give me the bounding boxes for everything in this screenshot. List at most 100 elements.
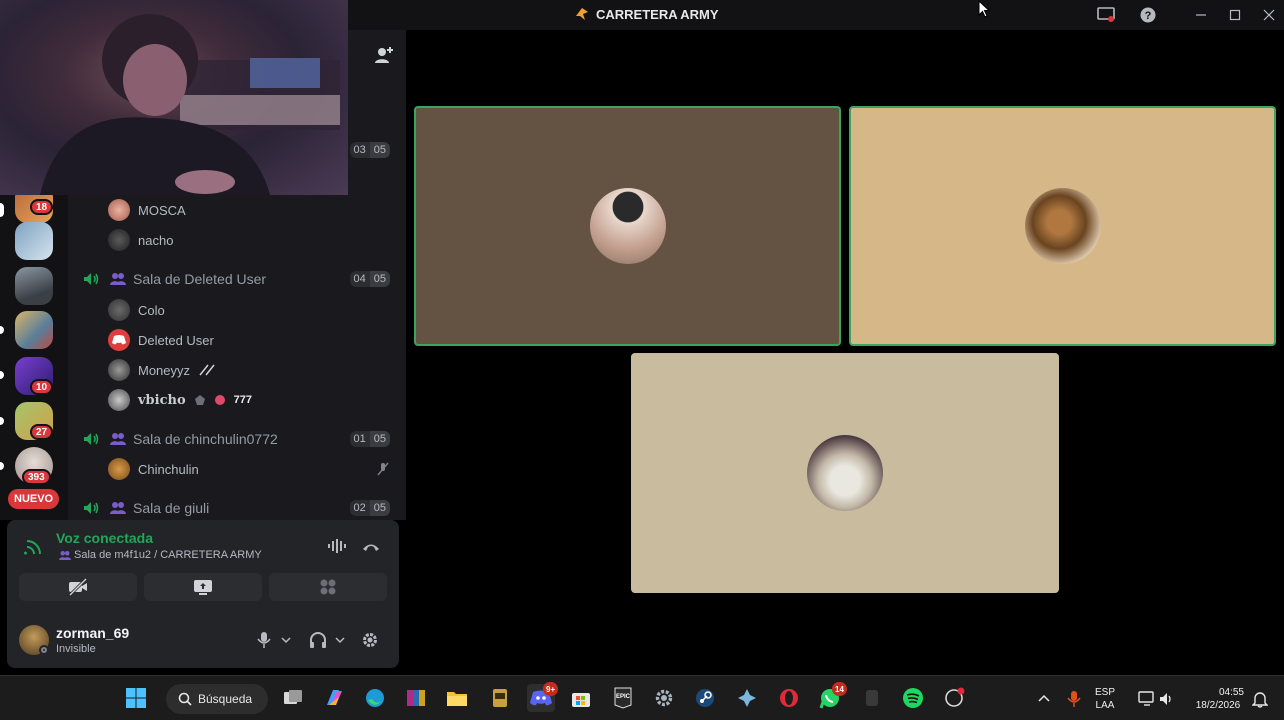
windows-taskbar: Búsqueda 9+ EPIC 14 ESP LAA 04:55 18/2/2… <box>0 675 1284 720</box>
user-count: 04 05 <box>349 271 390 287</box>
video-tile[interactable] <box>631 353 1059 593</box>
speaker-icon <box>84 273 99 285</box>
app-icon[interactable] <box>733 684 761 712</box>
taskbar-search[interactable]: Búsqueda <box>166 684 268 714</box>
chevron-down-icon[interactable] <box>335 636 345 644</box>
chevron-up-icon[interactable] <box>1038 694 1050 702</box>
participant-avatar <box>1024 188 1101 264</box>
server-icon[interactable] <box>15 222 53 260</box>
voice-user[interactable]: Colo <box>108 298 165 322</box>
app-icon[interactable] <box>858 684 886 712</box>
volume-icon[interactable] <box>1159 691 1175 707</box>
avatar <box>108 389 130 411</box>
username: MOSCA <box>138 202 186 218</box>
microsoft-store-icon[interactable] <box>567 684 595 712</box>
voice-channel[interactable]: Sala de giuli 02 05 <box>68 495 406 521</box>
connection-icon[interactable] <box>24 536 44 556</box>
camera-off-icon <box>68 578 88 596</box>
server-icon[interactable] <box>15 311 53 349</box>
account-username[interactable]: zorman_69 <box>56 625 129 641</box>
disconnect-icon[interactable] <box>361 538 381 554</box>
task-view-icon[interactable] <box>279 684 307 712</box>
voice-channel[interactable]: Sala de Deleted User 04 05 <box>68 266 406 292</box>
unread-badge: 393 <box>22 469 51 485</box>
voice-user[interactable]: Chinchulin <box>108 457 390 481</box>
server-icon[interactable] <box>15 267 53 305</box>
unread-badge: 27 <box>30 424 54 440</box>
voice-panel: Voz conectada Sala de m4f1u2 / CARRETERA… <box>7 520 399 668</box>
discord-badge: 9+ <box>543 682 559 696</box>
unread-indicator <box>0 326 4 334</box>
settings-icon[interactable] <box>650 684 678 712</box>
voice-status[interactable]: Voz conectada <box>56 530 153 546</box>
guild-tag-icon <box>214 395 225 405</box>
headphones-icon[interactable] <box>309 631 327 649</box>
notification-bell-icon[interactable] <box>1252 690 1268 708</box>
video-tile[interactable] <box>849 106 1276 346</box>
group-icon <box>110 433 126 445</box>
window-title-text: CARRETERA ARMY <box>596 6 719 22</box>
voice-user[interactable]: nacho <box>108 228 173 252</box>
voice-location[interactable]: Sala de m4f1u2 / CARRETERA ARMY <box>74 549 262 561</box>
chevron-down-icon[interactable] <box>281 636 291 644</box>
close-button[interactable] <box>1257 4 1281 26</box>
user-count: 01 05 <box>349 431 390 447</box>
noise-suppression-icon[interactable] <box>327 538 347 554</box>
clock[interactable]: 04:55 18/2/2026 <box>1190 686 1246 712</box>
status-indicator <box>39 645 49 655</box>
opera-icon[interactable] <box>775 684 803 712</box>
steam-icon[interactable] <box>691 684 719 712</box>
screen-share-icon[interactable] <box>1094 4 1118 26</box>
camera-button[interactable] <box>19 573 137 601</box>
input-language[interactable]: ESP LAA <box>1095 686 1115 712</box>
avatar <box>108 299 130 321</box>
username: Deleted User <box>138 332 214 348</box>
microphone-in-use-icon[interactable] <box>1067 690 1081 708</box>
help-icon[interactable]: ? <box>1136 4 1160 26</box>
voice-user[interactable]: vbicho 777 <box>108 388 252 412</box>
voice-user[interactable]: Moneyyz <box>108 358 218 382</box>
speaker-icon <box>84 433 99 445</box>
group-icon <box>110 273 126 285</box>
microphone-icon[interactable] <box>257 631 271 649</box>
badge-icon <box>194 395 205 405</box>
whatsapp-badge: 14 <box>832 682 847 696</box>
epic-games-icon[interactable]: EPIC <box>609 684 637 712</box>
webcam-image <box>40 14 340 195</box>
account-status: Invisible <box>56 643 96 655</box>
video-tile[interactable] <box>414 106 841 346</box>
app-icon[interactable] <box>486 684 514 712</box>
copilot-icon[interactable] <box>320 684 348 712</box>
discord-window: CARRETERA ARMY ? 18 10 27 393 NUEVO 03 0… <box>0 0 1284 675</box>
winrar-icon[interactable] <box>402 684 430 712</box>
app-icon[interactable] <box>940 684 968 712</box>
unread-badge: 18 <box>30 199 54 215</box>
participant-avatar <box>589 188 666 264</box>
screen-share-icon <box>194 580 212 595</box>
new-badge[interactable]: NUEVO <box>8 489 60 509</box>
start-button[interactable] <box>122 684 150 712</box>
username: nacho <box>138 232 174 248</box>
voice-channel[interactable]: Sala de chinchulin0772 01 05 <box>68 426 406 452</box>
participant-avatar <box>807 435 883 511</box>
voice-user[interactable]: Deleted User <box>108 328 214 352</box>
voice-user[interactable]: MOSCA <box>108 198 186 222</box>
minimize-button[interactable] <box>1189 4 1213 26</box>
status-icons <box>199 364 215 376</box>
network-icon[interactable] <box>1138 691 1156 707</box>
avatar <box>108 458 130 480</box>
maximize-button[interactable] <box>1223 4 1247 26</box>
add-friend-icon[interactable] <box>373 44 395 66</box>
username: Chinchulin <box>138 461 199 477</box>
share-screen-button[interactable] <box>144 573 262 601</box>
activities-button[interactable] <box>269 573 387 601</box>
edge-icon[interactable] <box>361 684 389 712</box>
username: Moneyyz <box>138 362 191 378</box>
settings-gear-icon[interactable] <box>361 631 379 649</box>
search-icon <box>178 692 192 706</box>
search-label: Búsqueda <box>198 692 253 706</box>
file-explorer-icon[interactable] <box>443 684 471 712</box>
server-logo-icon <box>576 8 588 20</box>
avatar <box>108 229 130 251</box>
spotify-icon[interactable] <box>899 684 927 712</box>
